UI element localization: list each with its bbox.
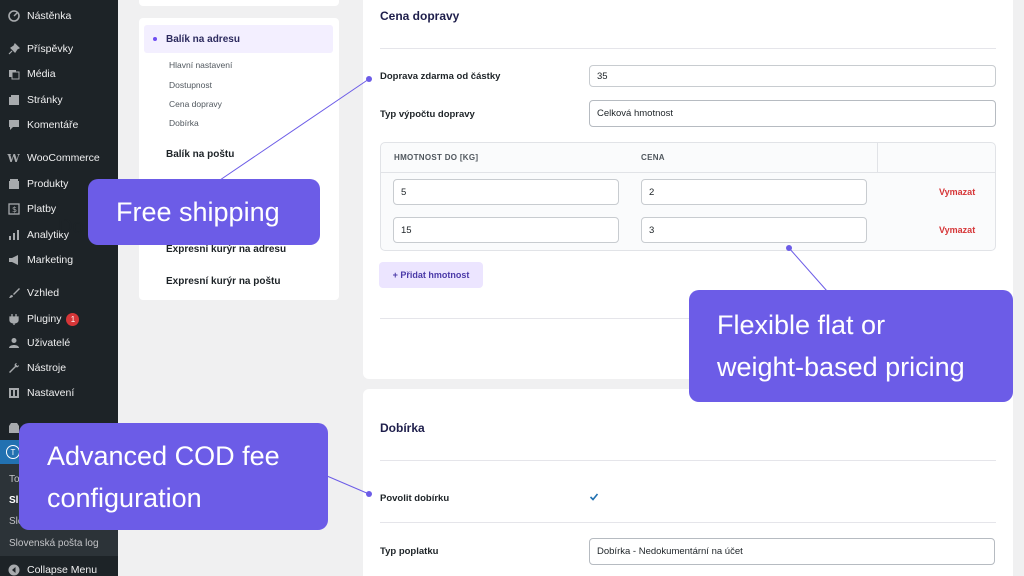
collapse-menu-label: Collapse Menu [27, 564, 98, 576]
subnav-item-balik-na-adresu[interactable]: Balík na adresu [144, 25, 333, 53]
free-shipping-label: Doprava zdarma od částky [380, 71, 501, 82]
sidebar-item-woocommerce[interactable]: W WooCommerce [0, 147, 118, 169]
shipping-method-nav: Balík na adresu Hlavní nastavení Dostupn… [139, 18, 339, 300]
stray-text: Do [58, 216, 84, 238]
active-dot-icon [153, 37, 157, 41]
sidebar-item-label: Produkty [27, 178, 69, 190]
sidebar-item-settings[interactable]: Nastavení [0, 382, 118, 404]
submenu-item-active[interactable]: Sl [9, 495, 18, 506]
subnav-item-express-address[interactable]: Expresní kurýr na adresu [166, 244, 286, 255]
sidebar-item-label: Vzhled [27, 287, 60, 299]
callout-text-line1: Advanced COD fee [47, 440, 280, 471]
sidebar-item-label: Uživatelé [27, 337, 71, 349]
divider [380, 460, 996, 461]
subnav-child-cod[interactable]: Dobírka [169, 118, 199, 128]
sidebar-item-label: Nástěnka [27, 10, 72, 22]
products-icon [7, 178, 20, 191]
plugin-logo-icon: T [6, 445, 20, 459]
enable-cod-label: Povolit dobírku [380, 493, 450, 504]
section-title: Cena dopravy [380, 9, 460, 23]
pages-icon [7, 94, 20, 107]
weight-pricing-table: HMOTNOST DO [KG] CENA 5 2 Vymazat 15 3 V… [380, 142, 996, 251]
sidebar-item-label: Nástroje [27, 362, 67, 374]
media-icon [7, 68, 20, 81]
settings-icon [7, 387, 20, 400]
weight-input[interactable]: 15 [393, 217, 619, 243]
sidebar-item-plugins[interactable]: Pluginy 1 [0, 308, 118, 330]
fee-type-label: Typ poplatku [380, 546, 439, 557]
wrench-icon [7, 362, 20, 375]
sidebar-item-tools[interactable]: Nástroje [0, 357, 118, 379]
delete-row-link[interactable]: Vymazat [939, 225, 975, 235]
sidebar-item-label: Marketing [27, 254, 74, 266]
pin-icon [7, 43, 20, 56]
table-header: HMOTNOST DO [KG] CENA [381, 143, 995, 173]
column-header-weight: HMOTNOST DO [KG] [394, 153, 479, 162]
callout-flexible-pricing: Flexible flat or weight-based pricing [689, 290, 1013, 402]
sidebar-item-label: Příspěvky [27, 43, 74, 55]
sidebar-item-pages[interactable]: Stránky [0, 89, 118, 111]
delete-row-link[interactable]: Vymazat [939, 187, 975, 197]
calculation-type-select[interactable]: Celková hmotnost [589, 100, 996, 127]
subnav-child-main-settings[interactable]: Hlavní nastavení [169, 60, 232, 70]
submenu-item-log[interactable]: Slovenská pošta log [9, 538, 99, 549]
sidebar-item-label: Média [27, 68, 56, 80]
sidebar-item-label: Nastavení [27, 387, 75, 399]
sidebar-item-appearance[interactable]: Vzhled [0, 282, 118, 304]
calculation-type-label: Typ výpočtu dopravy [380, 109, 475, 120]
divider [380, 48, 996, 49]
callout-free-shipping: Free shipping [88, 179, 320, 245]
add-weight-button[interactable]: + Přidat hmotnost [379, 262, 483, 288]
subnav-child-shipping-price[interactable]: Cena dopravy [169, 99, 222, 109]
sidebar-item-label: WooCommerce [27, 152, 100, 164]
megaphone-icon [7, 254, 20, 267]
sidebar-item-label: Pluginy [27, 313, 62, 325]
price-input[interactable]: 3 [641, 217, 867, 243]
subnav-child-availability[interactable]: Dostupnost [169, 80, 212, 90]
checkmark-icon [589, 493, 599, 501]
price-input[interactable]: 2 [641, 179, 867, 205]
subnav-item-express-post[interactable]: Expresní kurýr na poštu [166, 276, 280, 287]
cod-card: Dobírka Povolit dobírku Typ poplatku Dob… [363, 389, 1013, 576]
update-count-badge: 1 [66, 312, 80, 326]
section-title: Dobírka [380, 421, 425, 435]
plugin-icon [7, 313, 20, 326]
sidebar-item-users[interactable]: Uživatelé [0, 332, 118, 354]
callout-text-line2: configuration [47, 482, 202, 513]
submenu-item[interactable]: To [9, 474, 20, 485]
previous-card-edge [139, 0, 339, 6]
free-shipping-threshold-input[interactable]: 35 [589, 65, 996, 87]
callout-text-line1: Flexible flat or [717, 310, 886, 340]
collapse-icon [7, 564, 20, 576]
enable-cod-checkbox[interactable] [589, 492, 599, 502]
sidebar-item-label: Stránky [27, 94, 63, 106]
sidebar-item-label: Komentáře [27, 119, 79, 131]
collapse-menu-button[interactable]: Collapse Menu [0, 559, 118, 576]
sidebar-item-dashboard[interactable]: Nástěnka [0, 5, 118, 27]
svg-text:$: $ [12, 205, 17, 214]
user-icon [7, 337, 20, 350]
subnav-item-balik-na-postu[interactable]: Balík na poštu [166, 149, 234, 160]
analytics-icon [7, 229, 20, 242]
callout-text: Free shipping [116, 197, 280, 227]
callout-cod-configuration: Advanced COD fee configuration [19, 423, 328, 530]
fee-type-select[interactable]: Dobírka - Nedokumentární na účet [589, 538, 995, 565]
callout-text-line2: weight-based pricing [717, 352, 965, 382]
dashboard-icon [7, 10, 20, 23]
sidebar-item-posts[interactable]: Příspěvky [0, 38, 118, 60]
column-separator [877, 143, 878, 173]
divider [380, 522, 996, 523]
brush-icon [7, 287, 20, 300]
subnav-active-label: Balík na adresu [166, 33, 240, 45]
sidebar-item-label: Platby [27, 203, 57, 215]
weight-input[interactable]: 5 [393, 179, 619, 205]
woocommerce-icon: W [7, 151, 20, 165]
column-header-price: CENA [641, 153, 665, 162]
sidebar-item-media[interactable]: Média [0, 63, 118, 85]
payments-icon: $ [7, 203, 20, 216]
sidebar-item-marketing[interactable]: Marketing [0, 249, 118, 271]
sidebar-item-comments[interactable]: Komentáře [0, 114, 118, 136]
comment-icon [7, 119, 20, 132]
